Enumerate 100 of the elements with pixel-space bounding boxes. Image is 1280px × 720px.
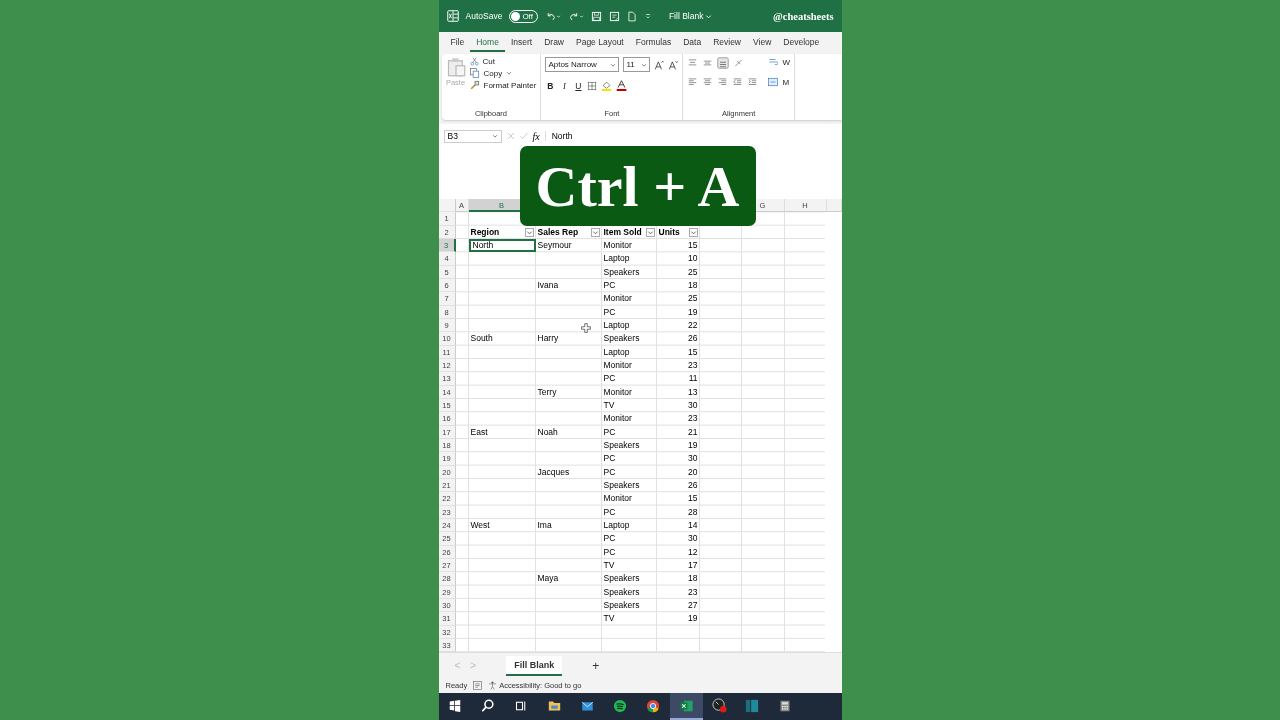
name-box[interactable]: B3 <box>443 129 502 143</box>
table-cell-text: PC <box>602 465 617 479</box>
table-cell-text: 12 <box>687 545 699 559</box>
select-all-corner[interactable] <box>438 199 456 213</box>
decrease-indent-icon[interactable] <box>732 77 744 87</box>
table-cell-text: 22 <box>687 319 699 333</box>
align-center-icon[interactable] <box>702 77 714 87</box>
table-cell-text: Monitor <box>602 412 633 426</box>
table-cell-text: Monitor <box>602 492 633 506</box>
orientation-icon[interactable] <box>733 58 745 68</box>
font-name-field[interactable]: Aptos Narrow <box>545 57 620 72</box>
recorder-icon <box>711 698 727 714</box>
table-cell-text: East <box>469 425 489 439</box>
filter-button[interactable] <box>590 227 600 237</box>
caret-icon <box>525 228 533 236</box>
table-cell-text: TV <box>602 612 616 626</box>
menu-tab[interactable]: Formulas <box>629 34 678 52</box>
increase-indent-icon[interactable] <box>747 77 759 87</box>
panel-app-icon <box>744 698 760 713</box>
table-cell-text: Laptop <box>602 345 631 359</box>
table-cell-text: 17 <box>687 559 699 572</box>
table-cell-text: 18 <box>687 279 699 293</box>
font-color-icon[interactable] <box>616 80 628 91</box>
check-icon <box>519 132 528 140</box>
accessibility-icon <box>488 681 498 691</box>
redo-icon[interactable] <box>567 10 584 22</box>
table-cell-text: Speakers <box>602 439 641 453</box>
filter-button[interactable] <box>688 227 698 237</box>
table-cell-text: West <box>469 519 491 533</box>
folder-icon <box>546 699 562 713</box>
caret-icon <box>591 228 599 236</box>
table-cell-text: PC <box>602 545 617 559</box>
table-cell-text: PC <box>602 305 617 319</box>
music-app-icon <box>613 698 627 713</box>
format-painter-button[interactable]: Format Painter <box>469 80 537 90</box>
customize-icon[interactable] <box>643 12 652 20</box>
table-cell-text: Maya <box>536 572 560 586</box>
new-file-icon[interactable] <box>626 10 637 22</box>
add-sheet-button[interactable]: + <box>592 658 600 673</box>
table-cell-text: Laptop <box>602 252 631 266</box>
table-cell-text: 10 <box>687 252 699 266</box>
underline-button[interactable]: U <box>573 80 584 91</box>
menu-tab[interactable]: Develope <box>777 34 826 52</box>
align-right-icon[interactable] <box>717 77 729 87</box>
wrap-text-button[interactable]: W <box>768 57 790 67</box>
sheet-tab[interactable]: Fill Blank <box>506 655 563 676</box>
table-cell-text: 23 <box>687 359 699 373</box>
cut-button[interactable]: Cut <box>469 57 537 66</box>
merge-button[interactable]: M <box>768 77 790 87</box>
table-cell-text: 19 <box>687 305 699 319</box>
borders-icon[interactable] <box>587 80 598 91</box>
calculator-icon <box>779 698 791 713</box>
copy-button[interactable]: Copy <box>469 68 537 78</box>
align-top-icon[interactable] <box>687 58 699 68</box>
filter-button[interactable] <box>645 227 655 237</box>
mail-icon <box>579 699 595 712</box>
font-size-field[interactable]: 11 <box>623 57 651 72</box>
table-cell-text: 15 <box>687 239 699 253</box>
filter-button[interactable] <box>524 227 534 237</box>
form-icon[interactable] <box>608 10 620 22</box>
shrink-font-icon[interactable] <box>668 59 679 70</box>
caret-icon <box>646 228 654 236</box>
cancel-icon <box>506 132 515 140</box>
table-cell-text: Laptop <box>602 519 631 533</box>
table-cell-text: 26 <box>687 479 699 493</box>
spreadsheet-app-icon <box>678 698 694 713</box>
align-left-icon[interactable] <box>687 77 699 87</box>
table-cell-text: 26 <box>687 332 699 346</box>
save-icon[interactable] <box>590 10 602 22</box>
menu-tab[interactable]: Draw <box>538 34 570 52</box>
menu-tab[interactable]: Home <box>470 34 505 52</box>
table-cell-text: 21 <box>687 425 699 439</box>
table-cell-text: 27 <box>687 599 699 612</box>
table-cell-text: 19 <box>687 439 699 453</box>
menu-tab[interactable]: View <box>747 34 778 52</box>
table-cell-text: 13 <box>687 385 699 399</box>
menu-tab[interactable]: Review <box>707 34 747 52</box>
table-cell-text: Ivana <box>536 279 560 293</box>
grow-font-icon[interactable] <box>654 59 665 70</box>
insert-function-button[interactable]: fx <box>532 130 540 142</box>
menu-tab[interactable]: File <box>444 34 471 52</box>
menu-tab[interactable]: Page Layout <box>570 34 630 52</box>
taskbar-button[interactable] <box>669 693 703 720</box>
document-title[interactable]: Fill Blank <box>668 11 713 21</box>
table-cell-text: Speakers <box>602 479 641 493</box>
align-bottom-icon[interactable] <box>717 57 730 69</box>
table-cell-text: 20 <box>687 465 699 479</box>
menu-tab[interactable]: Insert <box>504 34 539 52</box>
start-icon <box>449 699 461 712</box>
table-cell-text: Monitor <box>602 385 633 399</box>
table-cell-text: PC <box>602 372 617 386</box>
caret-icon <box>641 61 648 68</box>
menu-tab[interactable]: Data <box>677 34 708 52</box>
formula-field[interactable]: North <box>544 131 837 141</box>
table-cell-text: 15 <box>687 345 699 359</box>
bold-button[interactable]: B <box>545 80 556 91</box>
fill-color-icon[interactable] <box>601 80 613 91</box>
watermark-handle: @cheatsheets <box>773 10 834 22</box>
italic-button[interactable]: I <box>559 80 570 91</box>
caret-icon <box>689 228 697 236</box>
